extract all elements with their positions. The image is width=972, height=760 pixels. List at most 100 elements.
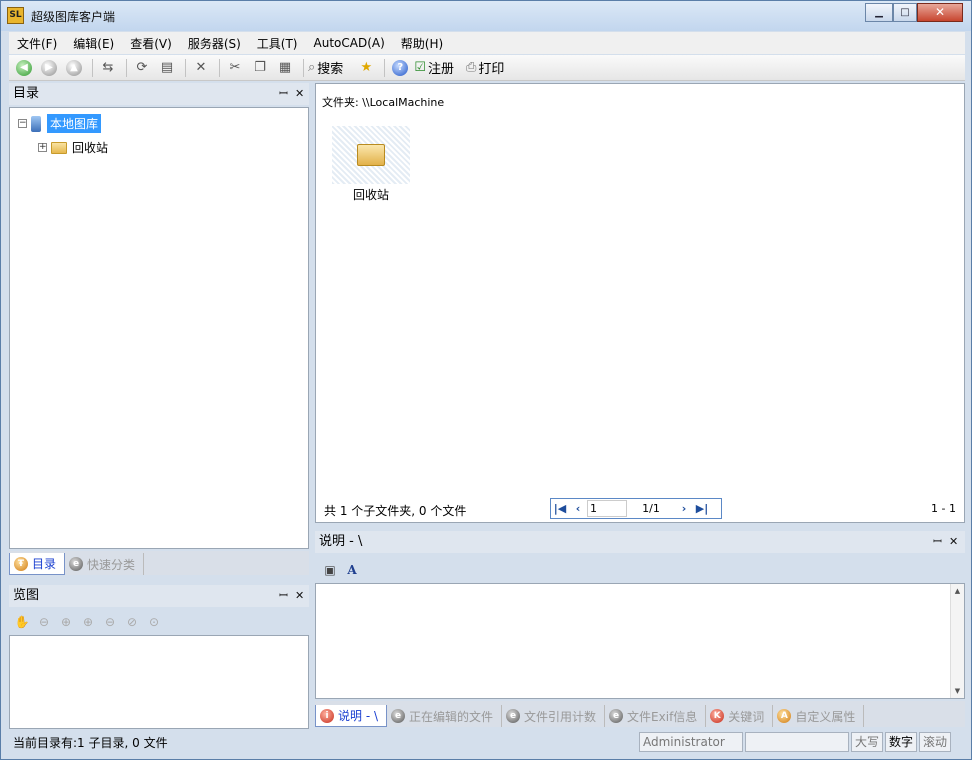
view-panel-title: 览图 — [13, 588, 40, 603]
help-button[interactable]: ? — [389, 57, 411, 79]
pin-icon[interactable]: ꟷ — [279, 585, 288, 607]
menu-file[interactable]: 文件(F) — [17, 35, 57, 52]
maximize-button[interactable]: □ — [893, 3, 917, 22]
tree-node-label: 回收站 — [72, 141, 109, 155]
attribute-tab-icon: A — [777, 709, 792, 723]
pin-icon[interactable]: ꟷ — [933, 531, 942, 553]
menu-autocad[interactable]: AutoCAD(A) — [314, 36, 385, 50]
forward-arrow-icon: ▶ — [41, 59, 57, 76]
status-num: 数字 — [885, 732, 917, 752]
status-user: Administrator — [639, 732, 743, 752]
folder-tile-label[interactable]: 回收站 — [332, 186, 410, 203]
prev-page-icon[interactable]: ‹ — [569, 502, 587, 515]
folder-icon — [51, 141, 67, 154]
forward-button[interactable]: ▶ — [38, 57, 60, 79]
catalog-tab-icon: Ŧ — [14, 556, 28, 571]
toolbar-separator — [303, 58, 304, 77]
last-page-icon[interactable]: ▶| — [693, 502, 711, 515]
search-icon: ⌕ — [308, 60, 316, 75]
tab-exif-info[interactable]: e 文件Exif信息 — [605, 705, 707, 727]
pan-hand-icon[interactable]: ✋ — [13, 613, 31, 631]
panel-close-icon[interactable]: ✕ — [295, 83, 304, 105]
copy-icon: ❐ — [254, 60, 266, 75]
menu-server[interactable]: 服务器(S) — [188, 35, 241, 52]
search-label: 搜索 — [317, 62, 344, 77]
scroll-down-icon[interactable]: ▼ — [951, 684, 964, 698]
search-button[interactable]: ⌕ 搜索 — [308, 58, 343, 77]
tree-node-local-library[interactable]: − 本地图库 — [18, 114, 102, 133]
pager: |◀ ‹ 1 1/1 › ▶| — [550, 498, 722, 519]
save-icon[interactable]: ▣ — [321, 561, 339, 579]
next-page-icon[interactable]: › — [675, 502, 693, 515]
desc-panel-header: 说明 - \ ꟷ ✕ — [315, 531, 965, 553]
cut-button[interactable]: ✂ — [224, 57, 246, 79]
register-label: 注册 — [427, 62, 454, 77]
desc-panel-title: 说明 - \ — [319, 534, 363, 549]
back-button[interactable]: ◀ — [13, 57, 35, 79]
status-scroll: 滚动 — [919, 732, 951, 752]
window-title: 超级图库客户端 — [31, 10, 116, 24]
menu-edit[interactable]: 编辑(E) — [73, 35, 114, 52]
zoom-extents-icon[interactable]: ⊕ — [57, 613, 75, 631]
first-page-icon[interactable]: |◀ — [551, 502, 569, 515]
folder-tile-recycle-bin[interactable] — [332, 126, 410, 184]
tab-keywords[interactable]: K 关键词 — [706, 705, 774, 727]
scissors-icon: ✂ — [229, 60, 241, 75]
close-button[interactable]: ✕ — [917, 3, 963, 22]
panel-close-icon[interactable]: ✕ — [949, 531, 958, 553]
preview-area — [9, 635, 309, 729]
menu-view[interactable]: 查看(V) — [130, 35, 172, 52]
scroll-up-icon[interactable]: ▲ — [951, 584, 964, 598]
copy-button[interactable]: ❐ — [249, 57, 271, 79]
zoom-realtime-icon[interactable]: ⊙ — [145, 613, 163, 631]
refresh-icon: ⟳ — [136, 60, 148, 75]
print-button[interactable]: ⎙ 打印 — [466, 58, 504, 77]
page-number-input[interactable]: 1 — [587, 500, 627, 517]
description-editor[interactable]: ▲ ▼ — [315, 583, 965, 699]
panel-close-icon[interactable]: ✕ — [295, 585, 304, 607]
minimize-button[interactable]: ▁ — [865, 3, 893, 22]
computer-icon — [31, 115, 41, 132]
pin-icon[interactable]: ꟷ — [279, 83, 288, 105]
delete-button[interactable]: ✕ — [190, 57, 212, 79]
tab-description[interactable]: i 说明 - \ — [315, 705, 388, 727]
collapse-icon[interactable]: − — [18, 119, 27, 128]
tab-quick-category[interactable]: e 快速分类 — [65, 553, 145, 575]
tree-node-recycle-bin[interactable]: + 回收站 — [38, 139, 108, 156]
tab-label: 说明 - \ — [338, 709, 379, 723]
vertical-scrollbar[interactable]: ▲ ▼ — [950, 584, 964, 698]
tab-reference-count[interactable]: e 文件引用计数 — [502, 705, 606, 727]
up-arrow-icon: ▲ — [66, 59, 82, 76]
tab-editing-files[interactable]: e 正在编辑的文件 — [387, 705, 503, 727]
font-icon[interactable]: A — [343, 561, 361, 579]
back-arrow-icon: ◀ — [16, 59, 32, 76]
tab-label: 目录 — [32, 557, 57, 571]
up-button[interactable]: ▲ — [63, 57, 85, 79]
large-folder-icon — [357, 144, 385, 166]
desc-tabstrip: i 说明 - \ e 正在编辑的文件 e 文件引用计数 e 文件Exif信息 K 关键词 … — [315, 701, 965, 727]
toolbar-separator — [185, 58, 186, 77]
folder-summary: 共 1 个子文件夹, 0 个文件 — [324, 504, 467, 518]
zoom-out-icon[interactable]: ⊖ — [101, 613, 119, 631]
paste-button[interactable]: ▦ — [274, 57, 296, 79]
view-toolbar: ✋ ⊖ ⊕ ⊕ ⊖ ⊘ ⊙ — [9, 611, 309, 633]
zoom-window-icon[interactable]: ⊖ — [35, 613, 53, 631]
refresh-button[interactable]: ⟳ — [131, 57, 153, 79]
expand-icon[interactable]: + — [38, 143, 47, 152]
tab-custom-attributes[interactable]: A 自定义属性 — [773, 705, 865, 727]
zoom-previous-icon[interactable]: ⊘ — [123, 613, 141, 631]
zoom-in-icon[interactable]: ⊕ — [79, 613, 97, 631]
folder-nav-button[interactable]: ⇆ — [97, 57, 119, 79]
catalog-panel-header: 目录 ꟷ ✕ — [9, 83, 309, 105]
print-label: 打印 — [478, 62, 505, 77]
favorites-button[interactable]: ★ — [355, 57, 377, 79]
exif-tab-icon: e — [609, 709, 624, 723]
register-button[interactable]: ☑ 注册 — [414, 58, 454, 77]
menu-help[interactable]: 帮助(H) — [401, 35, 443, 52]
delete-x-icon: ✕ — [195, 60, 207, 75]
toolbar-separator — [126, 58, 127, 77]
menu-tools[interactable]: 工具(T) — [257, 35, 298, 52]
tab-catalog[interactable]: Ŧ 目录 — [9, 553, 66, 575]
info-tab-icon: i — [320, 708, 334, 723]
properties-button[interactable]: ▤ — [156, 57, 178, 79]
